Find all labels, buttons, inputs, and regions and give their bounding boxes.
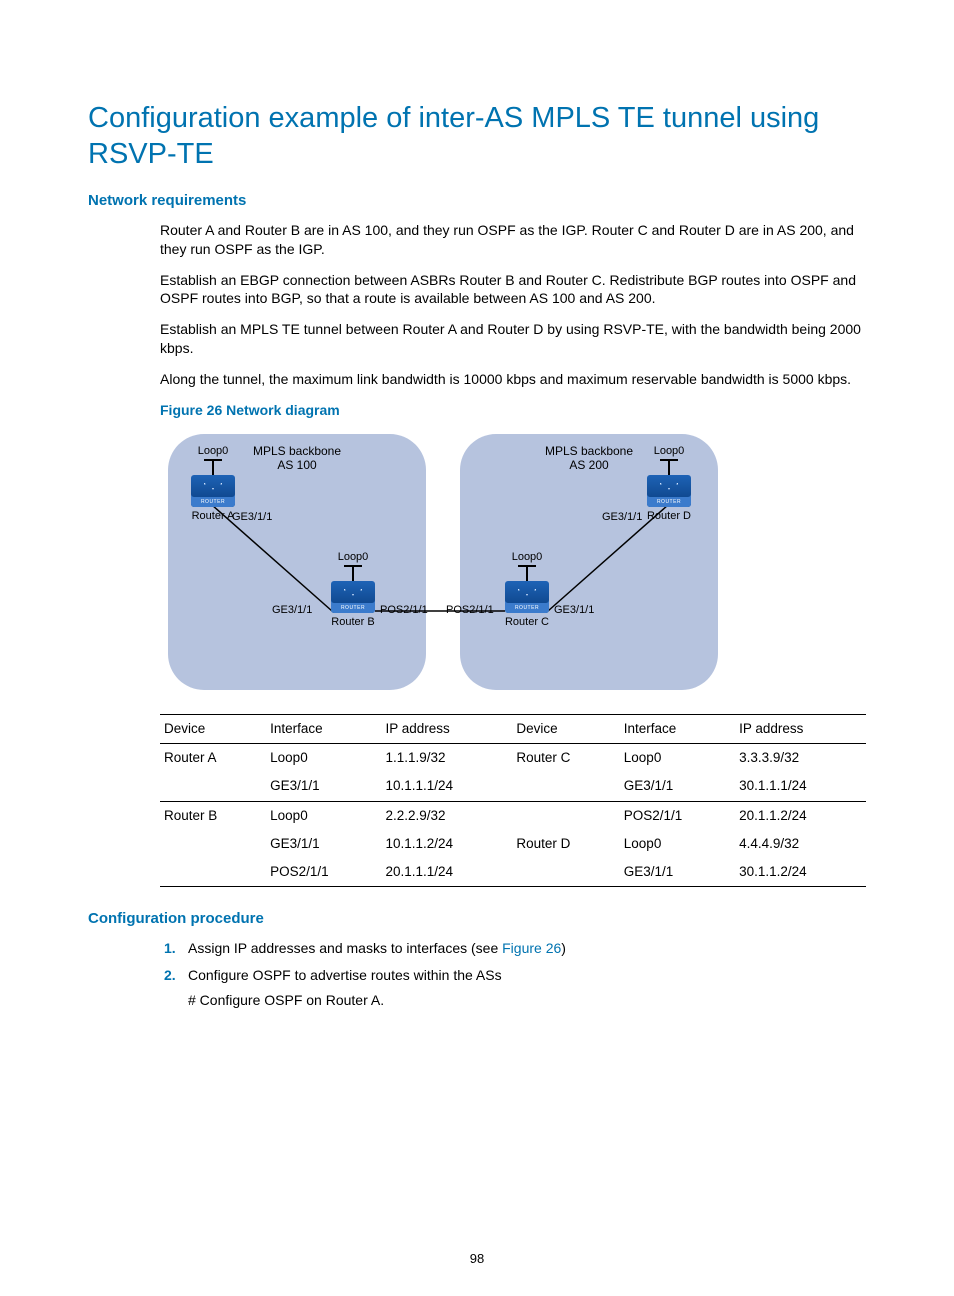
step-substep: # Configure OSPF on Router A. xyxy=(188,991,866,1010)
page-number: 98 xyxy=(0,1250,954,1268)
table-cell xyxy=(160,830,266,858)
table-cell xyxy=(512,858,619,887)
loop0-label: Loop0 xyxy=(492,550,562,565)
table-cell: 4.4.4.9/32 xyxy=(735,830,866,858)
figure-caption: Figure 26 Network diagram xyxy=(160,401,866,420)
interface-label: GE3/1/1 xyxy=(232,510,272,525)
table-cell: Loop0 xyxy=(620,830,735,858)
section-network-requirements: Network requirements xyxy=(88,191,866,211)
table-cell: POS2/1/1 xyxy=(266,858,381,887)
node-router-c: Loop0 Router C xyxy=(492,550,562,630)
table-cell xyxy=(512,772,619,801)
table-cell: GE3/1/1 xyxy=(620,858,735,887)
table-header: Device xyxy=(512,714,619,743)
cloud-label: AS 200 xyxy=(569,458,608,472)
table-row: GE3/1/1 10.1.1.1/24 GE3/1/1 30.1.1.1/24 xyxy=(160,772,866,801)
table-cell: POS2/1/1 xyxy=(620,801,735,830)
table-cell: GE3/1/1 xyxy=(266,830,381,858)
loop0-label: Loop0 xyxy=(634,444,704,459)
loop0-label: Loop0 xyxy=(318,550,388,565)
table-row: Router A Loop0 1.1.1.9/32 Router C Loop0… xyxy=(160,744,866,773)
ip-address-table: Device Interface IP address Device Inter… xyxy=(160,714,866,887)
table-cell: Router D xyxy=(512,830,619,858)
paragraph: Along the tunnel, the maximum link bandw… xyxy=(160,370,866,389)
table-cell xyxy=(160,858,266,887)
table-cell: Router A xyxy=(160,744,266,773)
list-item: Configure OSPF to advertise routes withi… xyxy=(180,966,866,1010)
table-row: GE3/1/1 10.1.1.2/24 Router D Loop0 4.4.4… xyxy=(160,830,866,858)
step-text: ) xyxy=(561,940,566,956)
table-cell: 10.1.1.2/24 xyxy=(381,830,512,858)
table-header: IP address xyxy=(735,714,866,743)
interface-label: POS2/1/1 xyxy=(380,603,428,618)
page-title: Configuration example of inter-AS MPLS T… xyxy=(88,100,866,173)
table-cell: 2.2.2.9/32 xyxy=(381,801,512,830)
table-cell xyxy=(512,801,619,830)
table-cell: Loop0 xyxy=(266,744,381,773)
table-cell: 10.1.1.1/24 xyxy=(381,772,512,801)
table-header: Interface xyxy=(620,714,735,743)
paragraph: Establish an MPLS TE tunnel between Rout… xyxy=(160,320,866,358)
node-router-b: Loop0 Router B xyxy=(318,550,388,630)
table-cell: 3.3.3.9/32 xyxy=(735,744,866,773)
paragraph: Router A and Router B are in AS 100, and… xyxy=(160,221,866,259)
loop0-label: Loop0 xyxy=(178,444,248,459)
router-icon xyxy=(191,475,235,507)
table-cell: Router C xyxy=(512,744,619,773)
table-cell: 30.1.1.2/24 xyxy=(735,858,866,887)
list-item: Assign IP addresses and masks to interfa… xyxy=(180,939,866,958)
router-icon xyxy=(505,581,549,613)
router-label: Router B xyxy=(318,615,388,630)
router-label: Router C xyxy=(492,615,562,630)
table-header: IP address xyxy=(381,714,512,743)
table-header: Interface xyxy=(266,714,381,743)
interface-label: GE3/1/1 xyxy=(554,603,594,618)
network-diagram: MPLS backbone AS 100 MPLS backbone AS 20… xyxy=(160,428,718,696)
paragraph: Establish an EBGP connection between ASB… xyxy=(160,271,866,309)
cloud-label: AS 100 xyxy=(277,458,316,472)
table-header: Device xyxy=(160,714,266,743)
table-row: POS2/1/1 20.1.1.1/24 GE3/1/1 30.1.1.2/24 xyxy=(160,858,866,887)
table-cell: GE3/1/1 xyxy=(620,772,735,801)
table-cell: Loop0 xyxy=(620,744,735,773)
interface-label: GE3/1/1 xyxy=(272,603,312,618)
router-icon xyxy=(647,475,691,507)
interface-label: POS2/1/1 xyxy=(446,603,494,618)
interface-label: GE3/1/1 xyxy=(602,510,642,525)
node-router-d: Loop0 Router D xyxy=(634,444,704,524)
table-cell: GE3/1/1 xyxy=(266,772,381,801)
router-label: Router D xyxy=(634,509,704,524)
step-text: Configure OSPF to advertise routes withi… xyxy=(188,967,502,983)
table-cell: Router B xyxy=(160,801,266,830)
table-cell: 20.1.1.2/24 xyxy=(735,801,866,830)
table-cell xyxy=(160,772,266,801)
steps-list: Assign IP addresses and masks to interfa… xyxy=(160,939,866,1010)
router-icon xyxy=(331,581,375,613)
table-cell: Loop0 xyxy=(266,801,381,830)
cloud-label: MPLS backbone xyxy=(253,444,341,458)
figure-link[interactable]: Figure 26 xyxy=(502,940,561,956)
cloud-label: MPLS backbone xyxy=(545,444,633,458)
section-configuration-procedure: Configuration procedure xyxy=(88,909,866,929)
table-cell: 30.1.1.1/24 xyxy=(735,772,866,801)
table-cell: 1.1.1.9/32 xyxy=(381,744,512,773)
table-row: Router B Loop0 2.2.2.9/32 POS2/1/1 20.1.… xyxy=(160,801,866,830)
table-cell: 20.1.1.1/24 xyxy=(381,858,512,887)
step-text: Assign IP addresses and masks to interfa… xyxy=(188,940,502,956)
